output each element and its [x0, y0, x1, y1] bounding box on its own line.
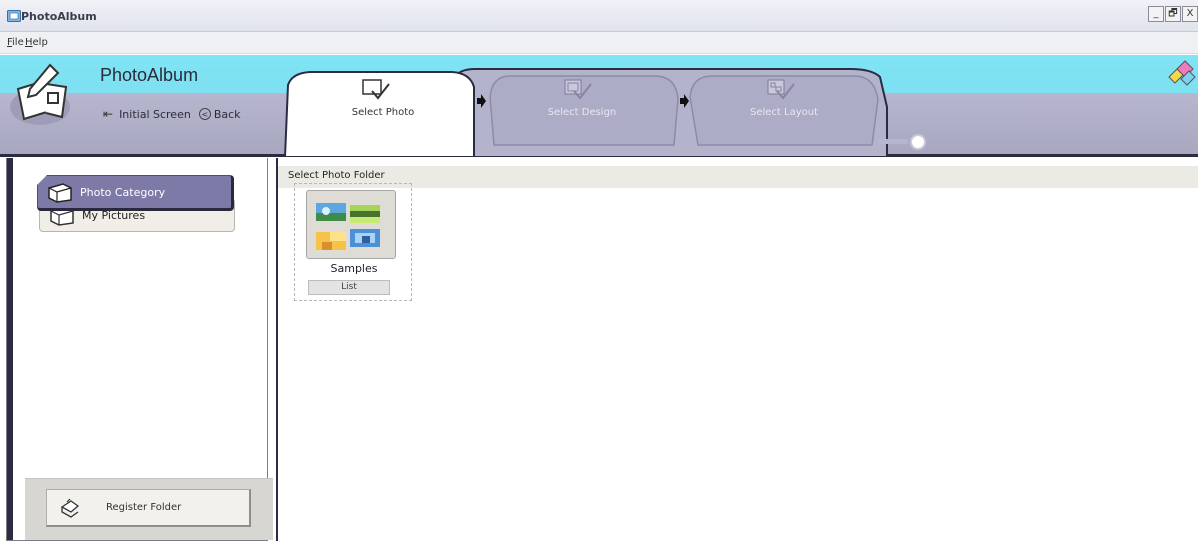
menu-bar: File Help	[0, 32, 1198, 54]
photoalbum-app-icon	[7, 10, 21, 22]
photo-category-icon	[48, 183, 72, 203]
back-arrow-icon: <	[198, 108, 211, 120]
folder-name: Samples	[330, 262, 378, 275]
category-photo-category-label: Photo Category	[80, 185, 166, 199]
sample-photo-4	[350, 229, 380, 247]
menu-file[interactable]: File	[7, 37, 24, 48]
app-name: PhotoAlbum	[100, 65, 199, 85]
tab-select-photo[interactable]: Select Photo	[318, 107, 448, 118]
sample-photo-2	[350, 205, 380, 223]
restore-button[interactable]: 🗗	[1165, 6, 1181, 22]
register-folder-icon	[60, 498, 80, 518]
back-button[interactable]: < Back	[198, 107, 241, 121]
list-button[interactable]: List	[308, 280, 390, 295]
select-design-icon	[564, 79, 592, 100]
category-photo-category[interactable]: Photo Category	[37, 175, 234, 211]
window-controls: _ 🗗 X	[1147, 6, 1198, 24]
initial-screen-label: Initial Screen	[119, 107, 191, 121]
folder-thumbnail[interactable]	[306, 190, 396, 259]
sample-photo-3	[316, 232, 346, 250]
folder-tile-samples[interactable]: Samples List	[294, 183, 412, 301]
back-label: Back	[213, 107, 241, 121]
close-button[interactable]: X	[1182, 6, 1198, 22]
left-panel: My Pictures Photo Category Register Fold…	[6, 158, 273, 541]
select-photo-icon	[362, 79, 390, 100]
menu-help[interactable]: Help	[25, 37, 48, 48]
left-panel-inner: My Pictures Photo Category Register Fold…	[7, 158, 273, 540]
select-layout-icon	[767, 79, 795, 100]
tab-select-layout: Select Layout	[749, 107, 819, 118]
sample-photo-1	[316, 203, 346, 221]
initial-screen-icon: ⇤	[103, 107, 114, 121]
window-title: PhotoAlbum	[21, 10, 97, 23]
title-bar: PhotoAlbum _ 🗗 X	[0, 0, 1198, 32]
photoalbum-logo-icon	[10, 63, 70, 125]
register-folder-label: Register Folder	[106, 502, 182, 513]
header-nav: ⇤ Initial Screen < Back	[103, 104, 249, 124]
main-area: Select Photo Folder Samples List	[276, 158, 1198, 541]
colorful-tool-icon	[1168, 60, 1196, 86]
section-title: Select Photo Folder	[278, 166, 1198, 188]
minimize-button[interactable]: _	[1148, 6, 1164, 22]
initial-screen-button[interactable]: ⇤ Initial Screen	[103, 107, 191, 121]
register-folder-button[interactable]: Register Folder	[46, 489, 251, 527]
register-folder-area: Register Folder	[25, 478, 273, 540]
header: Select Photo Select Design Select Layout…	[0, 55, 1198, 157]
tab-select-design: Select Design	[547, 107, 617, 118]
